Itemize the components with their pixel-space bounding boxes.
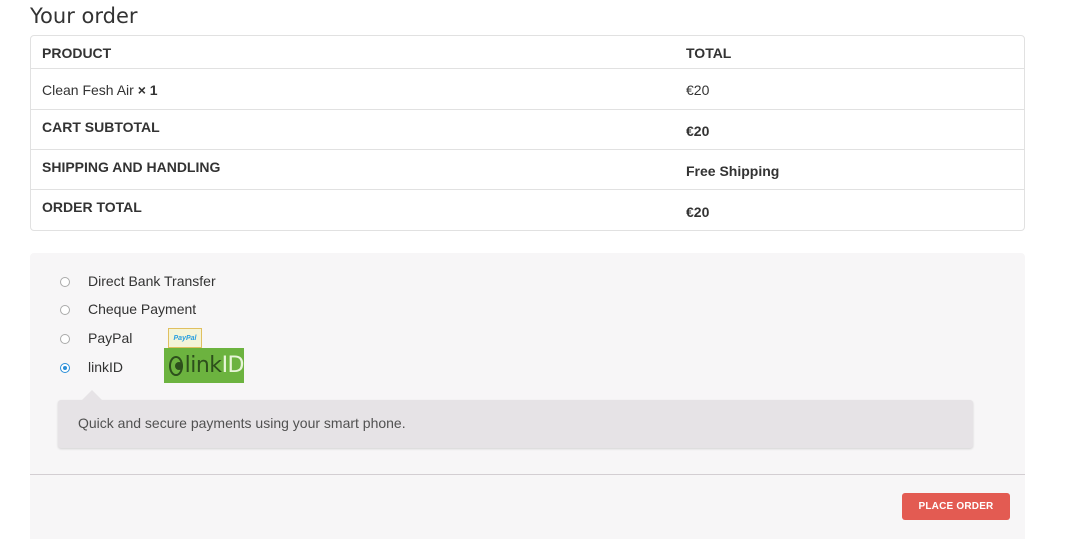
radio-bank-transfer[interactable]: [60, 277, 70, 287]
product-name: Clean Fesh Air × 1: [42, 82, 158, 98]
page-title: Your order: [30, 4, 138, 28]
subtotal-row: CART SUBTOTAL €20: [31, 110, 1024, 150]
subtotal-value: €20: [686, 123, 710, 139]
linkid-logo-link: link: [184, 353, 222, 378]
total-column-header: TOTAL: [686, 45, 732, 61]
radio-linkid[interactable]: [60, 363, 70, 373]
paypal-logo-text: PayPal: [173, 334, 197, 342]
order-total-row: ORDER TOTAL €20: [31, 190, 1024, 230]
shipping-label: SHIPPING AND HANDLING: [42, 159, 221, 175]
payment-method-label[interactable]: Direct Bank Transfer: [88, 273, 216, 289]
shipping-value: Free Shipping: [686, 163, 780, 179]
payment-method-description: Quick and secure payments using your sma…: [58, 390, 973, 448]
table-header-row: PRODUCT TOTAL: [31, 36, 1024, 69]
product-name-text: Clean Fesh Air: [42, 82, 134, 98]
linkid-mark-icon: [169, 355, 183, 376]
table-row: Clean Fesh Air × 1 €20: [31, 69, 1024, 110]
linkid-logo-icon: linkID: [164, 348, 245, 383]
product-quantity: × 1: [137, 82, 158, 98]
product-total: €20: [686, 82, 710, 98]
payment-method-label[interactable]: Cheque Payment: [88, 301, 196, 317]
product-column-header: PRODUCT: [42, 45, 112, 61]
paypal-logo-icon: PayPal: [168, 328, 202, 348]
order-total-value: €20: [686, 204, 710, 220]
radio-cheque[interactable]: [60, 305, 70, 315]
divider: [30, 474, 1025, 475]
linkid-logo-id: ID: [221, 353, 245, 378]
shipping-row: SHIPPING AND HANDLING Free Shipping: [31, 150, 1024, 190]
linkid-logo-text: linkID: [184, 353, 245, 378]
order-review-table: PRODUCT TOTAL Clean Fesh Air × 1 €20 CAR…: [30, 35, 1025, 231]
radio-paypal[interactable]: [60, 334, 70, 344]
payment-method-label[interactable]: linkID: [88, 359, 123, 375]
payment-description-text: Quick and secure payments using your sma…: [78, 415, 406, 431]
payment-methods-list: Direct Bank Transfer Cheque Payment PayP…: [30, 253, 1025, 475]
subtotal-label: CART SUBTOTAL: [42, 119, 160, 135]
payment-method-label[interactable]: PayPal: [88, 330, 132, 346]
order-total-label: ORDER TOTAL: [42, 199, 142, 215]
payment-section: Direct Bank Transfer Cheque Payment PayP…: [30, 253, 1025, 539]
place-order-button[interactable]: PLACE ORDER: [902, 493, 1010, 520]
